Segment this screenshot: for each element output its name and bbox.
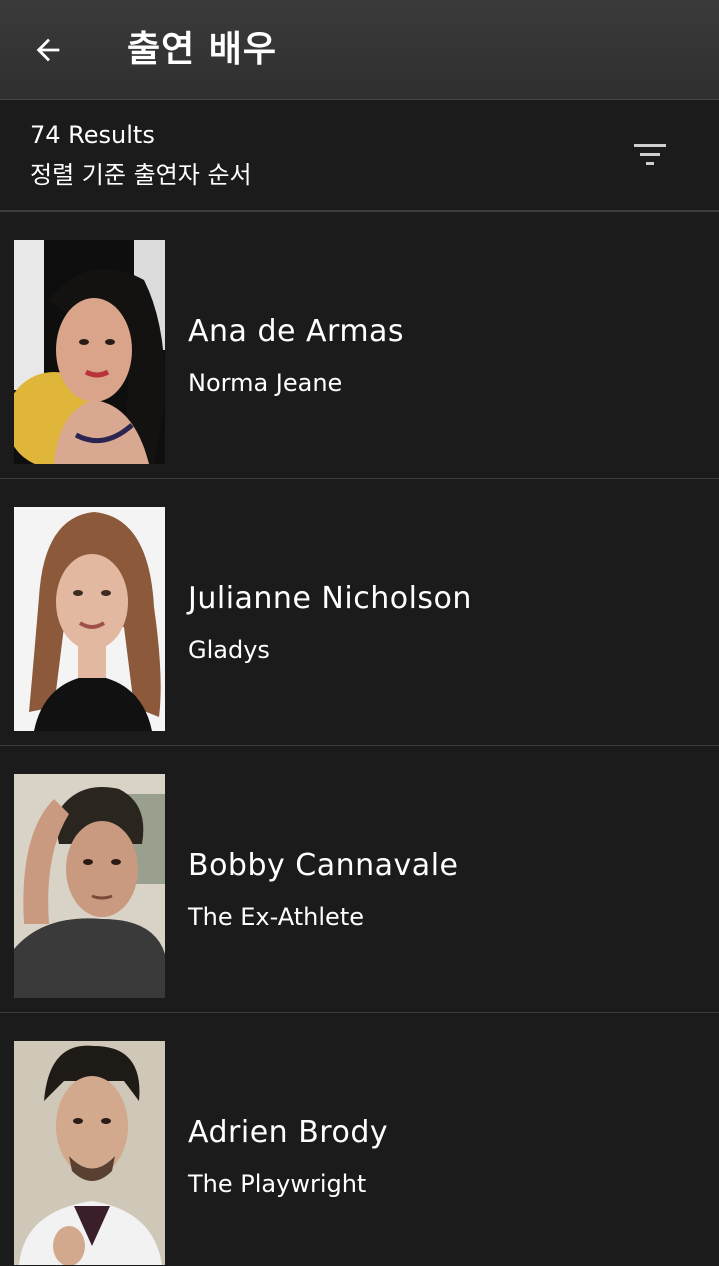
character-name: Norma Jeane: [188, 369, 343, 397]
actor-name: Bobby Cannavale: [188, 848, 459, 883]
results-bar: 74 Results 정렬 기준 출연자 순서: [0, 100, 719, 212]
back-button[interactable]: [22, 24, 74, 76]
actor-name: Ana de Armas: [188, 314, 405, 349]
results-count: 74 Results: [30, 121, 155, 149]
top-app-bar: 출연 배우: [0, 0, 719, 99]
cast-list-item[interactable]: Bobby Cannavale The Ex-Athlete: [0, 746, 719, 1013]
actor-name: Julianne Nicholson: [188, 581, 472, 616]
cast-list-item[interactable]: Adrien Brody The Playwright: [0, 1013, 719, 1266]
cast-list: Ana de Armas Norma Jeane Julianne Nichol…: [0, 212, 719, 1266]
actor-photo: [14, 240, 165, 464]
sort-order-label: 정렬 기준 출연자 순서: [30, 161, 252, 189]
actor-photo: [14, 774, 165, 998]
page-title: 출연 배우: [127, 29, 278, 70]
actor-photo: [14, 1041, 165, 1265]
actor-name: Adrien Brody: [188, 1115, 389, 1150]
character-name: The Playwright: [188, 1170, 367, 1198]
arrow-back-icon: [36, 38, 60, 62]
cast-list-item[interactable]: Julianne Nicholson Gladys: [0, 479, 719, 746]
filter-button[interactable]: [622, 130, 678, 180]
actor-photo: [14, 507, 165, 731]
character-name: The Ex-Athlete: [188, 903, 364, 931]
filter-icon: [634, 144, 666, 165]
app-root: 출연 배우 74 Results 정렬 기준 출연자 순서 Ana de Arm…: [0, 0, 719, 1266]
cast-list-item[interactable]: Ana de Armas Norma Jeane: [0, 212, 719, 479]
character-name: Gladys: [188, 636, 270, 664]
